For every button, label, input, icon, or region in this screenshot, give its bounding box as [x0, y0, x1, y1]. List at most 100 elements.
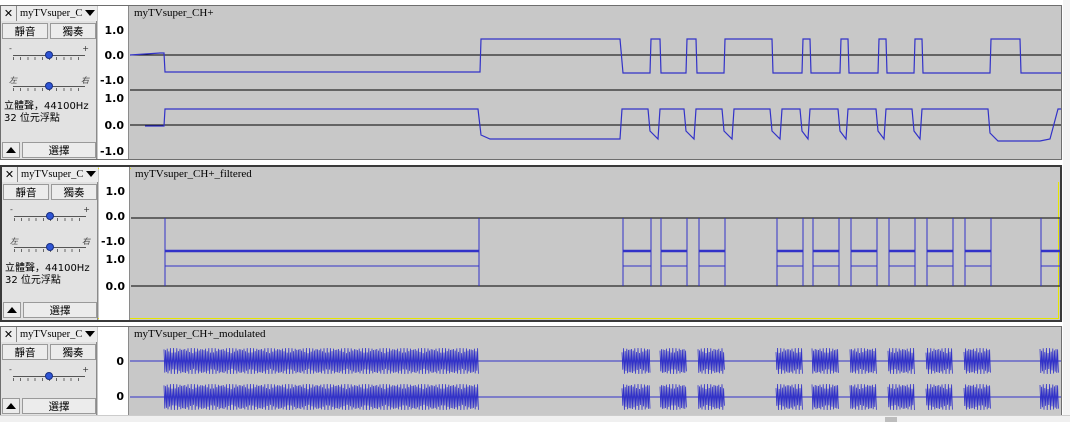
- filtered-segment: [888, 218, 916, 267]
- pan-slider-knob[interactable]: [46, 243, 54, 251]
- clip-title-bar[interactable]: myTVsuper_CH+: [130, 6, 1061, 21]
- collapse-track-button[interactable]: [2, 142, 20, 158]
- gain-min-label: -: [9, 44, 12, 53]
- scrollbar-thumb[interactable]: [885, 417, 897, 422]
- modulated-burst: [775, 347, 803, 375]
- close-track-button[interactable]: ✕: [2, 166, 18, 182]
- scale-label: 1.0: [105, 253, 126, 266]
- vertical-ruler: 1.0 0.0 -1.0 1.0 0.0 -1.0: [98, 6, 129, 159]
- pan-left-label: 左: [10, 237, 18, 246]
- solo-button[interactable]: 獨奏: [51, 184, 97, 200]
- scale-label: 1.0: [105, 185, 126, 198]
- gain-slider[interactable]: - +: [9, 44, 89, 62]
- clip-title: myTVsuper_CH+: [134, 7, 214, 19]
- channel-rate-text: 立體聲，44100Hz: [4, 101, 89, 112]
- gain-max-label: +: [83, 205, 90, 214]
- modulated-burst: [163, 347, 479, 375]
- waveform-left-channel: [130, 38, 1061, 74]
- waveform-display[interactable]: [131, 182, 1060, 318]
- mute-button[interactable]: 靜音: [2, 344, 48, 360]
- chevron-down-icon: [86, 171, 96, 177]
- select-track-button[interactable]: 選擇: [23, 302, 97, 318]
- modulated-burst: [621, 383, 651, 411]
- scale-label: 1.0: [104, 92, 125, 105]
- pan-right-label: 右: [81, 76, 89, 85]
- gain-slider[interactable]: - +: [9, 365, 89, 383]
- filtered-edge: [776, 234, 804, 286]
- select-track-button[interactable]: 選擇: [22, 398, 96, 414]
- mute-button[interactable]: 靜音: [2, 23, 48, 39]
- pan-slider[interactable]: 左右: [10, 237, 90, 254]
- modulated-burst: [811, 383, 839, 411]
- scale-label: 0: [116, 355, 124, 368]
- modulated-burst: [163, 383, 479, 411]
- solo-button[interactable]: 獨奏: [50, 344, 96, 360]
- pan-right-label: 右: [82, 237, 90, 246]
- vertical-scrollbar[interactable]: [1063, 0, 1070, 415]
- clip-title: myTVsuper_CH+_filtered: [135, 168, 252, 180]
- collapse-track-button[interactable]: [2, 398, 20, 414]
- modulated-burst: [659, 383, 687, 411]
- track-name-menu-button[interactable]: myTVsuper_C: [17, 5, 97, 21]
- gain-min-label: -: [9, 365, 12, 374]
- gain-slider-knob[interactable]: [45, 51, 53, 59]
- filtered-segment: [1040, 218, 1060, 267]
- track-name-menu-button[interactable]: myTVsuper_C: [18, 166, 98, 182]
- close-track-button[interactable]: ✕: [1, 5, 17, 21]
- track-myTVsuper-CH[interactable]: ✕ myTVsuper_C 靜音 獨奏 - + 左右 立體聲，44100Hz 32…: [0, 5, 1062, 160]
- modulated-burst: [963, 383, 991, 411]
- select-track-button[interactable]: 選擇: [22, 142, 96, 158]
- scale-label: 0.0: [105, 210, 126, 223]
- filtered-segment: [698, 218, 726, 267]
- track-control-panel: ✕ myTVsuper_C 靜音 獨奏 - + 左右 立體聲，44100Hz 32…: [2, 166, 98, 320]
- track-title-bar: ✕ myTVsuper_C: [1, 5, 97, 21]
- modulated-burst: [697, 383, 725, 411]
- scale-label: -1.0: [99, 74, 124, 87]
- track-title-bar: ✕ myTVsuper_C: [2, 166, 98, 182]
- gain-max-label: +: [82, 44, 89, 53]
- collapse-arrow-icon: [6, 147, 16, 153]
- filtered-segment: [776, 218, 804, 267]
- sample-format-text: 32 位元浮點: [4, 113, 60, 124]
- filtered-edge: [164, 234, 480, 286]
- filtered-edge: [622, 234, 652, 286]
- modulated-burst: [887, 383, 915, 411]
- track-myTVsuper-CH-modulated[interactable]: ✕ myTVsuper_C 靜音 獨奏 - + 選擇 0 0 myTVsuper_…: [0, 326, 1062, 416]
- track-name-label: myTVsuper_C: [21, 168, 84, 180]
- horizontal-scrollbar[interactable]: [0, 415, 1070, 422]
- modulated-burst: [887, 347, 915, 375]
- scale-label: 1.0: [104, 24, 125, 37]
- mute-button[interactable]: 靜音: [3, 184, 49, 200]
- collapse-track-button[interactable]: [3, 302, 21, 318]
- filtered-segment: [164, 218, 480, 267]
- modulated-burst: [925, 383, 953, 411]
- pan-slider-knob[interactable]: [45, 82, 53, 90]
- clip-title-bar[interactable]: myTVsuper_CH+_modulated: [130, 327, 1061, 342]
- filtered-edge: [964, 234, 992, 286]
- close-track-button[interactable]: ✕: [1, 326, 17, 342]
- channel-rate-text: 立體聲，44100Hz: [5, 263, 90, 274]
- track-myTVsuper-CH-filtered[interactable]: ✕ myTVsuper_C 靜音 獨奏 - + 左右 立體聲，44100Hz 32…: [0, 165, 1062, 322]
- clip-title-bar[interactable]: myTVsuper_CH+_filtered: [131, 167, 1060, 182]
- chevron-down-icon: [85, 331, 95, 337]
- filtered-segment: [850, 218, 878, 267]
- clip-title: myTVsuper_CH+_modulated: [134, 328, 266, 340]
- scale-label: 0.0: [104, 119, 125, 132]
- gain-slider-knob[interactable]: [45, 372, 53, 380]
- collapse-arrow-icon: [6, 403, 16, 409]
- pan-left-label: 左: [9, 76, 17, 85]
- solo-button[interactable]: 獨奏: [50, 23, 96, 39]
- waveform-display[interactable]: [130, 342, 1061, 417]
- gain-slider-knob[interactable]: [46, 212, 54, 220]
- track-name-menu-button[interactable]: myTVsuper_C: [17, 326, 97, 342]
- gain-max-label: +: [82, 365, 89, 374]
- modulated-burst: [697, 347, 725, 375]
- gain-slider[interactable]: - +: [10, 205, 90, 223]
- collapse-arrow-icon: [7, 307, 17, 313]
- pan-slider[interactable]: 左右: [9, 76, 89, 93]
- filtered-segment: [660, 218, 688, 267]
- scale-label: -1.0: [100, 235, 125, 248]
- vertical-ruler: 1.0 0.0 -1.0 1.0 0.0: [99, 167, 130, 320]
- waveform-display[interactable]: [130, 21, 1061, 159]
- modulated-burst: [1039, 383, 1059, 411]
